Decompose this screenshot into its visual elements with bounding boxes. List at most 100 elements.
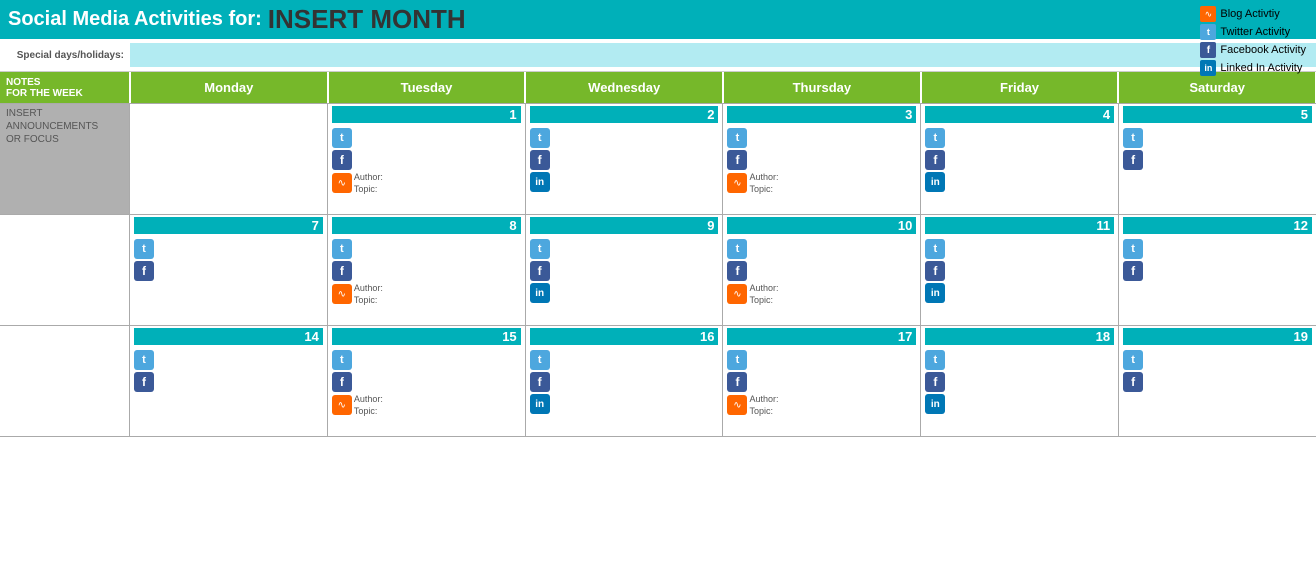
twitter-row: t [332,349,521,371]
rss-icon: ∿ [1200,6,1216,22]
blog-text: Author:Topic: [354,172,383,195]
day-cell-9[interactable]: 9tfin [526,215,724,325]
facebook-icon: f [925,150,945,170]
facebook-icon: f [925,372,945,392]
day-number-3: 3 [727,106,916,123]
facebook-icon: f [332,372,352,392]
day-cell-17[interactable]: 17tf∿Author:Topic: [723,326,921,436]
rss-icon: ∿ [727,395,747,415]
day-cell-15[interactable]: 15tf∿Author:Topic: [328,326,526,436]
twitter-icon: t [332,128,352,148]
notes-cell-week-1[interactable]: INSERTANNOUNCEMENTSOR FOCUS [0,104,130,214]
twitter-row: t [332,238,521,260]
legend-twitter-label: Twitter Activity [1220,26,1290,38]
day-cell-18[interactable]: 18tfin [921,326,1119,436]
facebook-row: f [332,149,521,171]
facebook-icon: f [727,150,747,170]
facebook-row: f [530,149,719,171]
day-number-7: 7 [134,217,323,234]
facebook-icon: f [727,261,747,281]
twitter-icon: t [925,239,945,259]
facebook-row: f [332,260,521,282]
day-cell-19[interactable]: 19tf [1119,326,1316,436]
day-number-5: 5 [1123,106,1312,123]
linkedin-row: in [925,171,1114,193]
facebook-row: f [530,371,719,393]
twitter-icon: t [134,239,154,259]
facebook-row: f [727,371,916,393]
legend-blog: ∿ Blog Activtiy [1200,6,1306,22]
twitter-icon: t [530,350,550,370]
facebook-row: f [925,149,1114,171]
day-cell-5[interactable]: 5 tf [1119,104,1316,214]
day-cell-8[interactable]: 8tf∿Author:Topic: [328,215,526,325]
legend-facebook: f Facebook Activity [1200,42,1306,58]
calendar-week-3: 14tf15tf∿Author:Topic:16tfin17tf∿Author:… [0,326,1316,437]
notes-cell-week-3[interactable] [0,326,130,436]
rss-icon: ∿ [332,284,352,304]
linkedin-icon: in [925,283,945,303]
notes-column-header: NOTES FOR THE WEEK [0,72,130,103]
day-cell-12[interactable]: 12 tf [1119,215,1316,325]
twitter-row: t [727,349,916,371]
day-number-12: 12 [1123,217,1312,234]
twitter-row: t [1123,349,1312,371]
day-number-17: 17 [727,328,916,345]
special-days-content[interactable] [130,43,1316,67]
twitter-icon: t [727,239,747,259]
linkedin-icon: in [530,172,550,192]
legend-twitter: t Twitter Activity [1200,24,1306,40]
day-number-4: 4 [925,106,1114,123]
facebook-icon: f [727,372,747,392]
twitter-row: t [925,349,1114,371]
facebook-row: f [1123,371,1312,393]
rss-icon: ∿ [332,173,352,193]
day-number-16: 16 [530,328,719,345]
twitter-icon: t [1123,128,1143,148]
twitter-icon: t [1123,350,1143,370]
facebook-icon: f [1123,150,1143,170]
twitter-row: t [530,238,719,260]
day-number-15: 15 [332,328,521,345]
day-cell-2[interactable]: 2tfin [526,104,724,214]
linkedin-icon: in [925,394,945,414]
notes-header-line1: NOTES [6,77,123,88]
special-days-label: Special days/holidays: [0,50,130,61]
blog-entry: ∿Author:Topic: [332,172,521,195]
day-cell-11[interactable]: 11tfin [921,215,1119,325]
legend-facebook-label: Facebook Activity [1220,44,1306,56]
day-cell-7[interactable]: 7tf [130,215,328,325]
linkedin-icon: in [925,172,945,192]
twitter-icon: t [332,350,352,370]
rss-icon: ∿ [332,395,352,415]
day-cell-10[interactable]: 10 tf ∿Author:Topic: [723,215,921,325]
facebook-row: f [727,149,916,171]
linkedin-icon: in [530,283,550,303]
day-cell-1[interactable]: 1tf∿Author:Topic: [328,104,526,214]
day-cell-[interactable] [130,104,328,214]
calendar-week-1: INSERTANNOUNCEMENTSOR FOCUS 1tf∿Author:To… [0,104,1316,215]
day-number-8: 8 [332,217,521,234]
facebook-row: f [332,371,521,393]
facebook-icon: f [530,372,550,392]
facebook-row: f [1123,149,1312,171]
header-monday: Monday [130,72,328,103]
day-cell-16[interactable]: 16tfin [526,326,724,436]
day-number-10: 10 [727,217,916,234]
blog-entry: ∿Author:Topic: [727,172,916,195]
rss-icon: ∿ [727,284,747,304]
twitter-row: t [1123,127,1312,149]
facebook-row: f [134,371,323,393]
day-cell-4[interactable]: 4tfin [921,104,1119,214]
notes-cell-week-2[interactable] [0,215,130,325]
header-friday: Friday [921,72,1119,103]
twitter-icon: t [925,350,945,370]
twitter-row: t [134,349,323,371]
day-cell-3[interactable]: 3tf∿Author:Topic: [723,104,921,214]
twitter-row: t [1123,238,1312,260]
facebook-icon: f [1123,261,1143,281]
linkedin-row: in [530,171,719,193]
day-cell-14[interactable]: 14tf [130,326,328,436]
blog-text: Author:Topic: [749,283,778,306]
legend-blog-label: Blog Activtiy [1220,8,1279,20]
